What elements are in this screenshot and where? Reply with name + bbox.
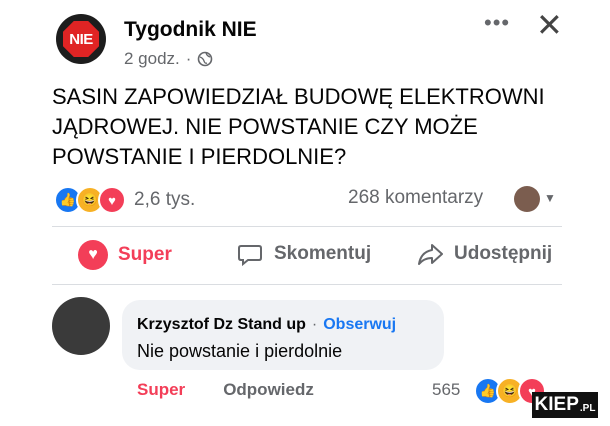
watermark-main: KIEP (534, 394, 579, 415)
comment-icon (238, 245, 262, 267)
post-text: SASIN ZAPOWIEDZIAŁ BUDOWĘ ELEKTROWNI JĄD… (52, 84, 545, 169)
comments-count[interactable]: 268 komentarzy (348, 187, 483, 209)
commenter-avatar[interactable] (52, 297, 110, 355)
page-name[interactable]: Tygodnik NIE (124, 18, 257, 42)
comment-button[interactable]: Skomentuj (236, 240, 371, 268)
nie-logo: NIE (63, 21, 99, 57)
watermark-logo: KIEP .PL (532, 392, 598, 418)
super-button[interactable]: ♥ Super (78, 240, 172, 270)
comment-header: Krzysztof Dz Stand up · Obserwuj (137, 316, 396, 334)
comment-separator: · (311, 316, 318, 333)
share-button[interactable]: Udostępnij (416, 240, 552, 268)
close-icon[interactable]: ✕ (536, 6, 563, 44)
post-meta: 2 godz. · (124, 49, 213, 69)
love-icon: ♥ (98, 186, 126, 214)
chevron-down-icon[interactable]: ▼ (544, 191, 556, 205)
reaction-count[interactable]: 2,6 tys. (134, 189, 195, 211)
divider (52, 284, 562, 285)
page-avatar[interactable]: NIE (56, 14, 106, 64)
comment-label: Skomentuj (274, 243, 372, 264)
globe-icon (198, 51, 213, 67)
comment-author[interactable]: Krzysztof Dz Stand up (137, 316, 306, 334)
follow-button[interactable]: Obserwuj (323, 316, 396, 334)
more-options-icon[interactable]: ••• (484, 10, 510, 36)
super-label: Super (118, 244, 172, 265)
meta-separator: · (185, 49, 192, 68)
post-time[interactable]: 2 godz. (124, 49, 180, 69)
reactions-summary[interactable]: 👍 😆 ♥ 2,6 tys. (54, 186, 195, 214)
comment-actions: Super Odpowiedz (137, 380, 314, 400)
viewer-avatar[interactable] (514, 186, 540, 212)
share-label: Udostępnij (454, 243, 553, 264)
comment-text: Nie powstanie i pierdolnie (137, 341, 343, 361)
comment-super-button[interactable]: Super (137, 380, 185, 400)
watermark-suffix: .PL (579, 402, 596, 414)
share-icon (418, 244, 443, 265)
divider (52, 226, 562, 227)
logo-text: NIE (69, 30, 93, 48)
heart-icon: ♥ (78, 240, 108, 270)
comment-reaction-count[interactable]: 565 (432, 380, 460, 400)
comment-reply-button[interactable]: Odpowiedz (223, 380, 314, 400)
